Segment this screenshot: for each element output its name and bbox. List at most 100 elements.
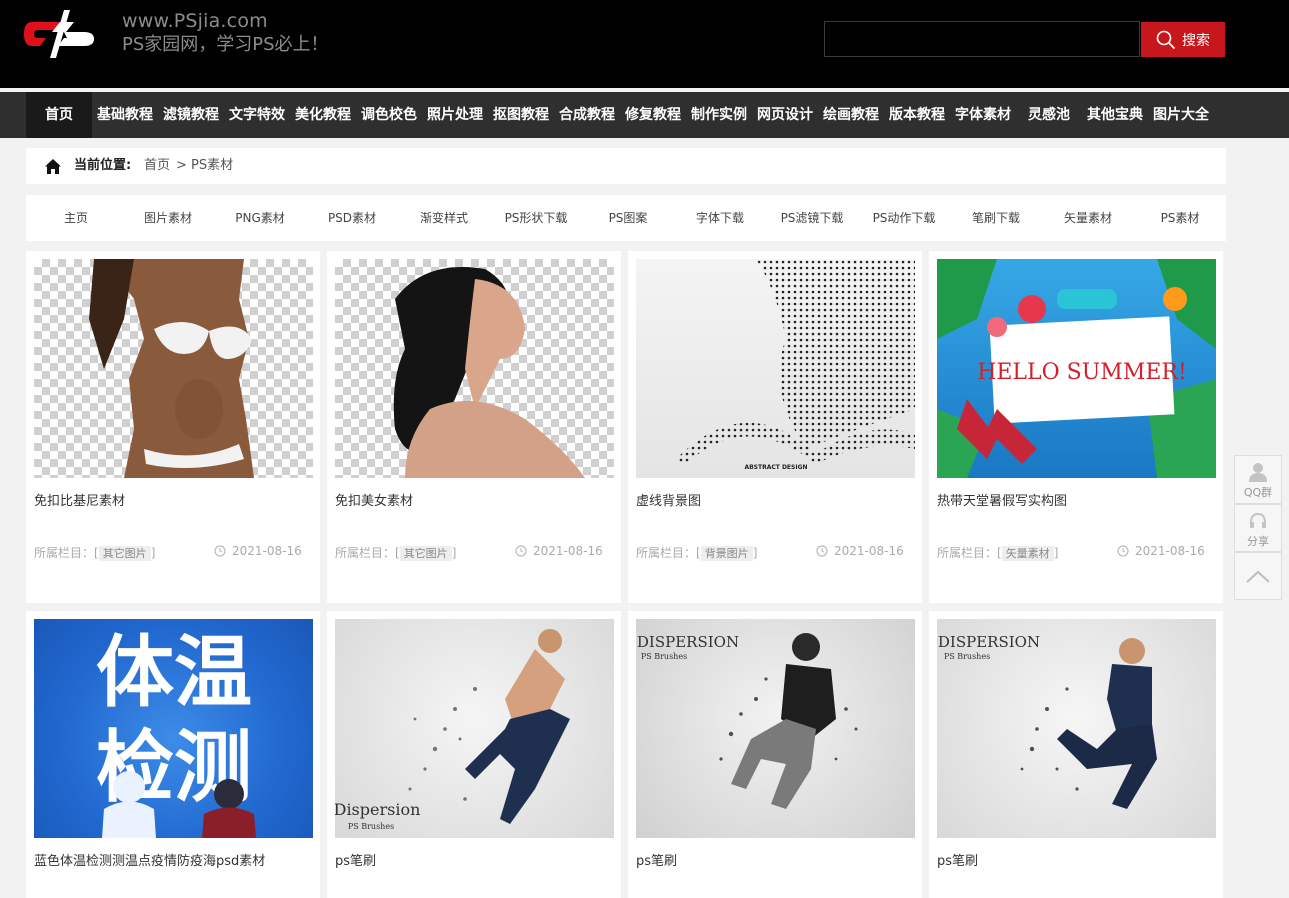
card-date-text: 2021-08-16 <box>533 544 603 558</box>
nav-item-repair[interactable]: 修复教程 <box>620 92 686 138</box>
category-item[interactable]: PS滤镜下载 <box>766 195 858 241</box>
breadcrumb-label: 当前位置: <box>74 158 132 173</box>
card-category-suffix: ] <box>1053 546 1059 560</box>
category-item[interactable]: 笔刷下载 <box>950 195 1042 241</box>
category-item[interactable]: 图片素材 <box>122 195 214 241</box>
card-category-prefix: 所属栏目：[ <box>34 546 99 560</box>
card-title[interactable]: ps笔刷 <box>937 850 1217 869</box>
temperature-check-image: 体温 检测 <box>96 628 256 838</box>
nav-item-filter[interactable]: 滤镜教程 <box>158 92 224 138</box>
category-item[interactable]: PS图案 <box>582 195 674 241</box>
clock-icon <box>515 545 527 557</box>
share-button[interactable]: 分享 <box>1234 504 1282 552</box>
card-category-tag[interactable]: 背景图片 <box>700 546 753 561</box>
category-item[interactable]: PSD素材 <box>306 195 398 241</box>
dispersion-football-image: DISPERSION PS Brushes <box>637 633 858 809</box>
card-category-prefix: 所属栏目：[ <box>937 546 1002 560</box>
card-date-text: 2021-08-16 <box>232 544 302 558</box>
nav-item-text-effects[interactable]: 文字特效 <box>224 92 290 138</box>
breadcrumb-current-link[interactable]: PS素材 <box>191 148 233 184</box>
card-title[interactable]: 蓝色体温检测测温点疫情防疫海psd素材 <box>34 850 314 869</box>
thumb-subtext: PS Brushes <box>641 652 687 661</box>
search-icon <box>1156 30 1176 49</box>
card-category: 所属栏目：[背景图片] <box>636 544 757 561</box>
nav-item-color[interactable]: 调色校色 <box>356 92 422 138</box>
material-card[interactable]: Dispersion PS Brushes ps笔刷 <box>327 611 621 898</box>
nav-item-other[interactable]: 其他宝典 <box>1082 92 1148 138</box>
thumb-text: ABSTRACT DESIGN <box>744 464 807 471</box>
material-card[interactable]: ABSTRACT DESIGN 虚线背景图 所属栏目：[背景图片] 2021-0… <box>628 251 922 603</box>
dispersion-jumper-image: DISPERSION PS Brushes <box>938 633 1157 809</box>
breadcrumb-home-link[interactable]: 首页 <box>144 148 170 184</box>
card-thumbnail[interactable]: DISPERSION PS Brushes <box>636 619 915 838</box>
material-card[interactable]: 免扣比基尼素材 所属栏目：[其它图片] 2021-08-16 <box>26 251 320 603</box>
card-date: 2021-08-16 <box>816 544 904 558</box>
category-bar: 主页 图片素材 PNG素材 PSD素材 渐变样式 PS形状下载 PS图案 字体下… <box>26 195 1226 241</box>
category-item[interactable]: 字体下载 <box>674 195 766 241</box>
card-title[interactable]: 热带天堂暑假写实构图 <box>937 490 1217 509</box>
card-thumbnail[interactable]: HELLO SUMMER! <box>937 259 1216 478</box>
card-date: 2021-08-16 <box>214 544 302 558</box>
qq-group-label: QQ群 <box>1243 486 1273 499</box>
nav-item-beautify[interactable]: 美化教程 <box>290 92 356 138</box>
card-thumbnail[interactable] <box>335 259 614 478</box>
card-thumbnail[interactable]: 体温 检测 <box>34 619 313 838</box>
nav-item-cutout[interactable]: 抠图教程 <box>488 92 554 138</box>
card-category-tag[interactable]: 矢量素材 <box>1001 546 1054 561</box>
nav-item-composite[interactable]: 合成教程 <box>554 92 620 138</box>
nav-item-examples[interactable]: 制作实例 <box>686 92 752 138</box>
category-item[interactable]: 渐变样式 <box>398 195 490 241</box>
card-title[interactable]: 免扣比基尼素材 <box>34 490 314 509</box>
card-category: 所属栏目：[其它图片] <box>34 544 155 561</box>
user-icon <box>1249 463 1267 482</box>
headset-icon <box>1250 512 1266 528</box>
site-slogan: PS家园网，学习PS必上！ <box>122 34 329 55</box>
thumb-text: HELLO SUMMER! <box>977 360 1187 385</box>
nav-item-images[interactable]: 图片大全 <box>1148 92 1214 138</box>
category-item[interactable]: 矢量素材 <box>1042 195 1134 241</box>
nav-item-web-design[interactable]: 网页设计 <box>752 92 818 138</box>
card-thumbnail[interactable]: DISPERSION PS Brushes <box>937 619 1216 838</box>
thumb-text-line-1: 体温 <box>96 628 252 718</box>
search-button[interactable]: 搜索 <box>1141 22 1225 57</box>
search-input[interactable] <box>824 21 1140 57</box>
card-category-tag[interactable]: 其它图片 <box>98 546 151 561</box>
chevron-up-icon <box>1246 570 1270 583</box>
thumb-subtext: PS Brushes <box>944 652 990 661</box>
category-item[interactable]: PS形状下载 <box>490 195 582 241</box>
material-card[interactable]: 体温 检测 蓝色体温检测测温点疫情防疫海psd素材 <box>26 611 320 898</box>
card-thumbnail[interactable]: ABSTRACT DESIGN <box>636 259 915 478</box>
card-thumbnail[interactable] <box>34 259 313 478</box>
nav-item-fonts[interactable]: 字体素材 <box>950 92 1016 138</box>
thumb-text: Dispersion <box>335 800 420 819</box>
material-card[interactable]: DISPERSION PS Brushes ps笔刷 <box>929 611 1223 898</box>
category-item[interactable]: PS素材 <box>1134 195 1226 241</box>
category-item[interactable]: 主页 <box>30 195 122 241</box>
card-title[interactable]: ps笔刷 <box>335 850 615 869</box>
card-category-tag[interactable]: 其它图片 <box>399 546 452 561</box>
nav-item-photo[interactable]: 照片处理 <box>422 92 488 138</box>
material-card[interactable]: DISPERSION PS Brushes ps笔刷 <box>628 611 922 898</box>
main-nav: 首页 基础教程 滤镜教程 文字特效 美化教程 调色校色 照片处理 抠图教程 合成… <box>0 92 1289 138</box>
dotted-wave-image: ABSTRACT DESIGN <box>676 259 915 471</box>
material-card[interactable]: HELLO SUMMER! 热带天堂暑假写实构图 所属栏目：[矢量素材] 202… <box>929 251 1223 603</box>
back-to-top-button[interactable] <box>1234 552 1282 600</box>
psjia-logo[interactable] <box>24 8 96 60</box>
card-title[interactable]: 免扣美女素材 <box>335 490 615 509</box>
nav-item-versions[interactable]: 版本教程 <box>884 92 950 138</box>
card-title[interactable]: ps笔刷 <box>636 850 916 869</box>
category-item[interactable]: PS动作下载 <box>858 195 950 241</box>
nav-item-inspiration[interactable]: 灵感池 <box>1016 92 1082 138</box>
qq-group-button[interactable]: QQ群 <box>1234 455 1282 504</box>
card-thumbnail[interactable]: Dispersion PS Brushes <box>335 619 614 838</box>
card-title[interactable]: 虚线背景图 <box>636 490 916 509</box>
category-item[interactable]: PNG素材 <box>214 195 306 241</box>
card-category-prefix: 所属栏目：[ <box>636 546 701 560</box>
material-card[interactable]: 免扣美女素材 所属栏目：[其它图片] 2021-08-16 <box>327 251 621 603</box>
breadcrumb-separator: > <box>176 158 187 173</box>
nav-item-painting[interactable]: 绘画教程 <box>818 92 884 138</box>
card-date: 2021-08-16 <box>1117 544 1205 558</box>
nav-item-home[interactable]: 首页 <box>26 92 92 138</box>
nav-item-basic[interactable]: 基础教程 <box>92 92 158 138</box>
site-header: www.PSjia.com PS家园网，学习PS必上！ 搜索 <box>0 0 1289 88</box>
